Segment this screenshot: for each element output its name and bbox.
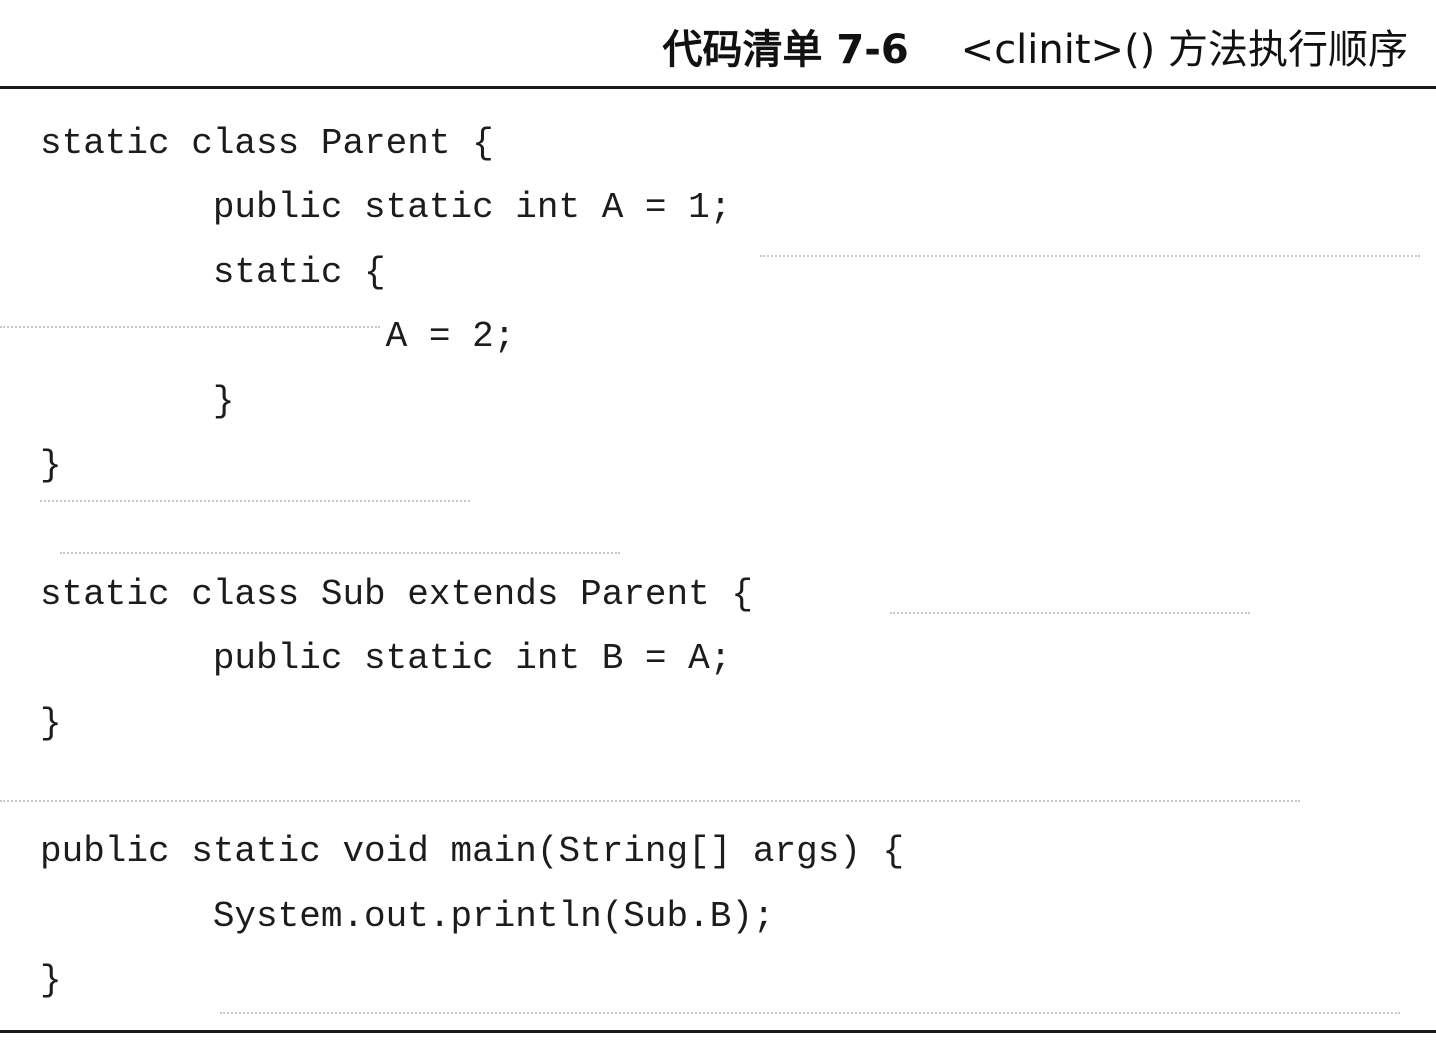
- code-line: }: [40, 702, 62, 744]
- code-line: public static void main(String[] args) {: [40, 831, 905, 873]
- scan-noise: [60, 552, 620, 555]
- scan-noise: [40, 500, 470, 503]
- code-listing: static class Parent { public static int …: [40, 112, 904, 1013]
- book-page: 代码清单 7-6 <clinit>() 方法执行顺序 static class P…: [0, 0, 1436, 1040]
- listing-title: <clinit>() 方法执行顺序: [960, 27, 1408, 73]
- code-line: static class Sub extends Parent {: [40, 573, 753, 615]
- code-line: }: [40, 380, 235, 422]
- scan-noise: [890, 612, 1250, 615]
- listing-label: 代码清单 7-6: [662, 27, 909, 73]
- code-line: }: [40, 960, 62, 1002]
- code-line: static {: [40, 251, 386, 293]
- code-line: }: [40, 444, 62, 486]
- scan-noise: [760, 255, 1420, 258]
- top-rule: [0, 86, 1436, 89]
- scan-noise: [0, 800, 1300, 803]
- code-line: public static int A = 1;: [40, 187, 732, 229]
- code-line: System.out.println(Sub.B);: [40, 895, 775, 937]
- scan-noise: [0, 326, 380, 329]
- code-line: static class Parent {: [40, 123, 494, 164]
- bottom-rule: [0, 1030, 1436, 1033]
- scan-noise: [220, 1012, 1400, 1015]
- listing-caption: 代码清单 7-6 <clinit>() 方法执行顺序: [662, 22, 1408, 78]
- code-line: public static int B = A;: [40, 638, 732, 680]
- code-line: A = 2;: [40, 316, 516, 358]
